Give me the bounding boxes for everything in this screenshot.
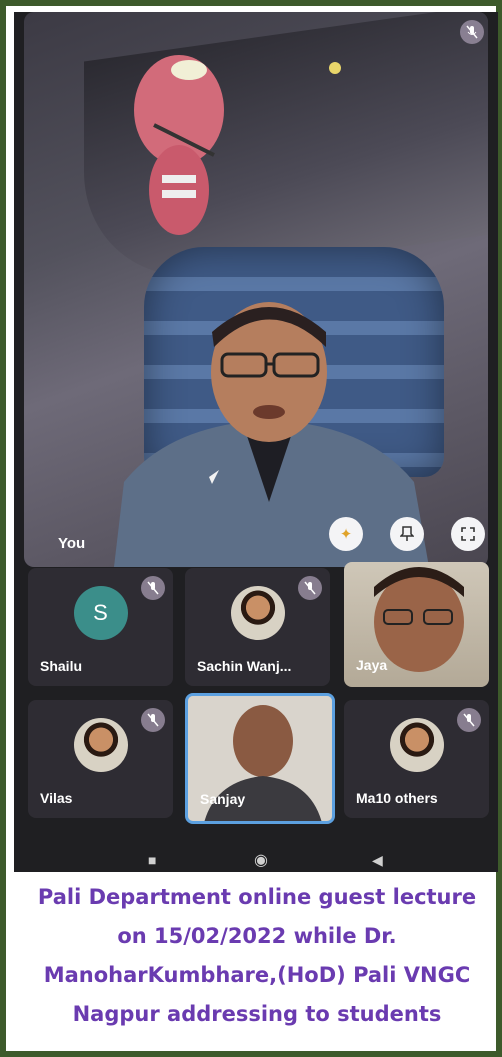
- main-video-tile[interactable]: You ✦: [24, 12, 488, 567]
- self-label: You: [58, 535, 86, 552]
- speaker-person: [114, 302, 429, 567]
- caption-line: Pali Department online guest lecture: [37, 885, 477, 909]
- avatar-photo: [389, 717, 444, 772]
- ceiling-light: [329, 62, 341, 74]
- sparkle-icon: ✦: [339, 526, 353, 543]
- lamp-image: [134, 55, 224, 235]
- pin-icon: [400, 526, 414, 541]
- mic-off-icon: [298, 576, 322, 600]
- photo-frame: You ✦ S Shailu Sachin Wanj... Jaya Vilas…: [0, 0, 502, 1057]
- participant-name: Sachin Wanj...: [197, 658, 292, 674]
- participant-tile[interactable]: Sachin Wanj...: [185, 568, 330, 686]
- effects-button[interactable]: ✦: [329, 517, 363, 551]
- fullscreen-button[interactable]: [451, 517, 485, 551]
- participant-name: Jaya: [356, 657, 388, 673]
- mic-off-icon: [457, 708, 481, 732]
- caption-line: Nagpur addressing to students: [72, 1002, 442, 1026]
- photo-caption: Pali Department online guest lecture on …: [12, 878, 502, 1034]
- phone-screen: You ✦ S Shailu Sachin Wanj... Jaya Vilas…: [14, 12, 498, 872]
- avatar-photo: [230, 585, 285, 640]
- participant-tile[interactable]: S Shailu: [28, 568, 173, 686]
- participant-name: Sanjay: [200, 791, 246, 807]
- active-speaker-tile[interactable]: Sanjay: [185, 693, 335, 824]
- participant-name: Ma10 others: [356, 790, 438, 806]
- mic-off-icon: [460, 20, 484, 44]
- mic-off-icon: [141, 576, 165, 600]
- caption-line: on 15/02/2022 while Dr.: [117, 924, 397, 948]
- mic-off-icon: [141, 708, 165, 732]
- caption-line: ManoharKumbhare,(HoD) Pali VNGC: [43, 963, 471, 987]
- participant-name: Vilas: [40, 790, 73, 806]
- fullscreen-icon: [461, 527, 475, 541]
- avatar-initial: S: [73, 585, 128, 640]
- avatar-photo: [73, 717, 128, 772]
- triangle-back-icon[interactable]: ◀: [372, 852, 383, 869]
- participant-tile[interactable]: Vilas: [28, 700, 173, 818]
- participant-video-tile[interactable]: Jaya: [344, 562, 489, 687]
- pin-button[interactable]: [390, 517, 424, 551]
- participant-name: Shailu: [40, 658, 83, 674]
- circle-icon[interactable]: ◉: [254, 850, 268, 870]
- square-icon[interactable]: ■: [148, 852, 156, 868]
- android-navbar: ■ ◉ ◀: [14, 850, 498, 872]
- participant-tile[interactable]: Ma10 others: [344, 700, 489, 818]
